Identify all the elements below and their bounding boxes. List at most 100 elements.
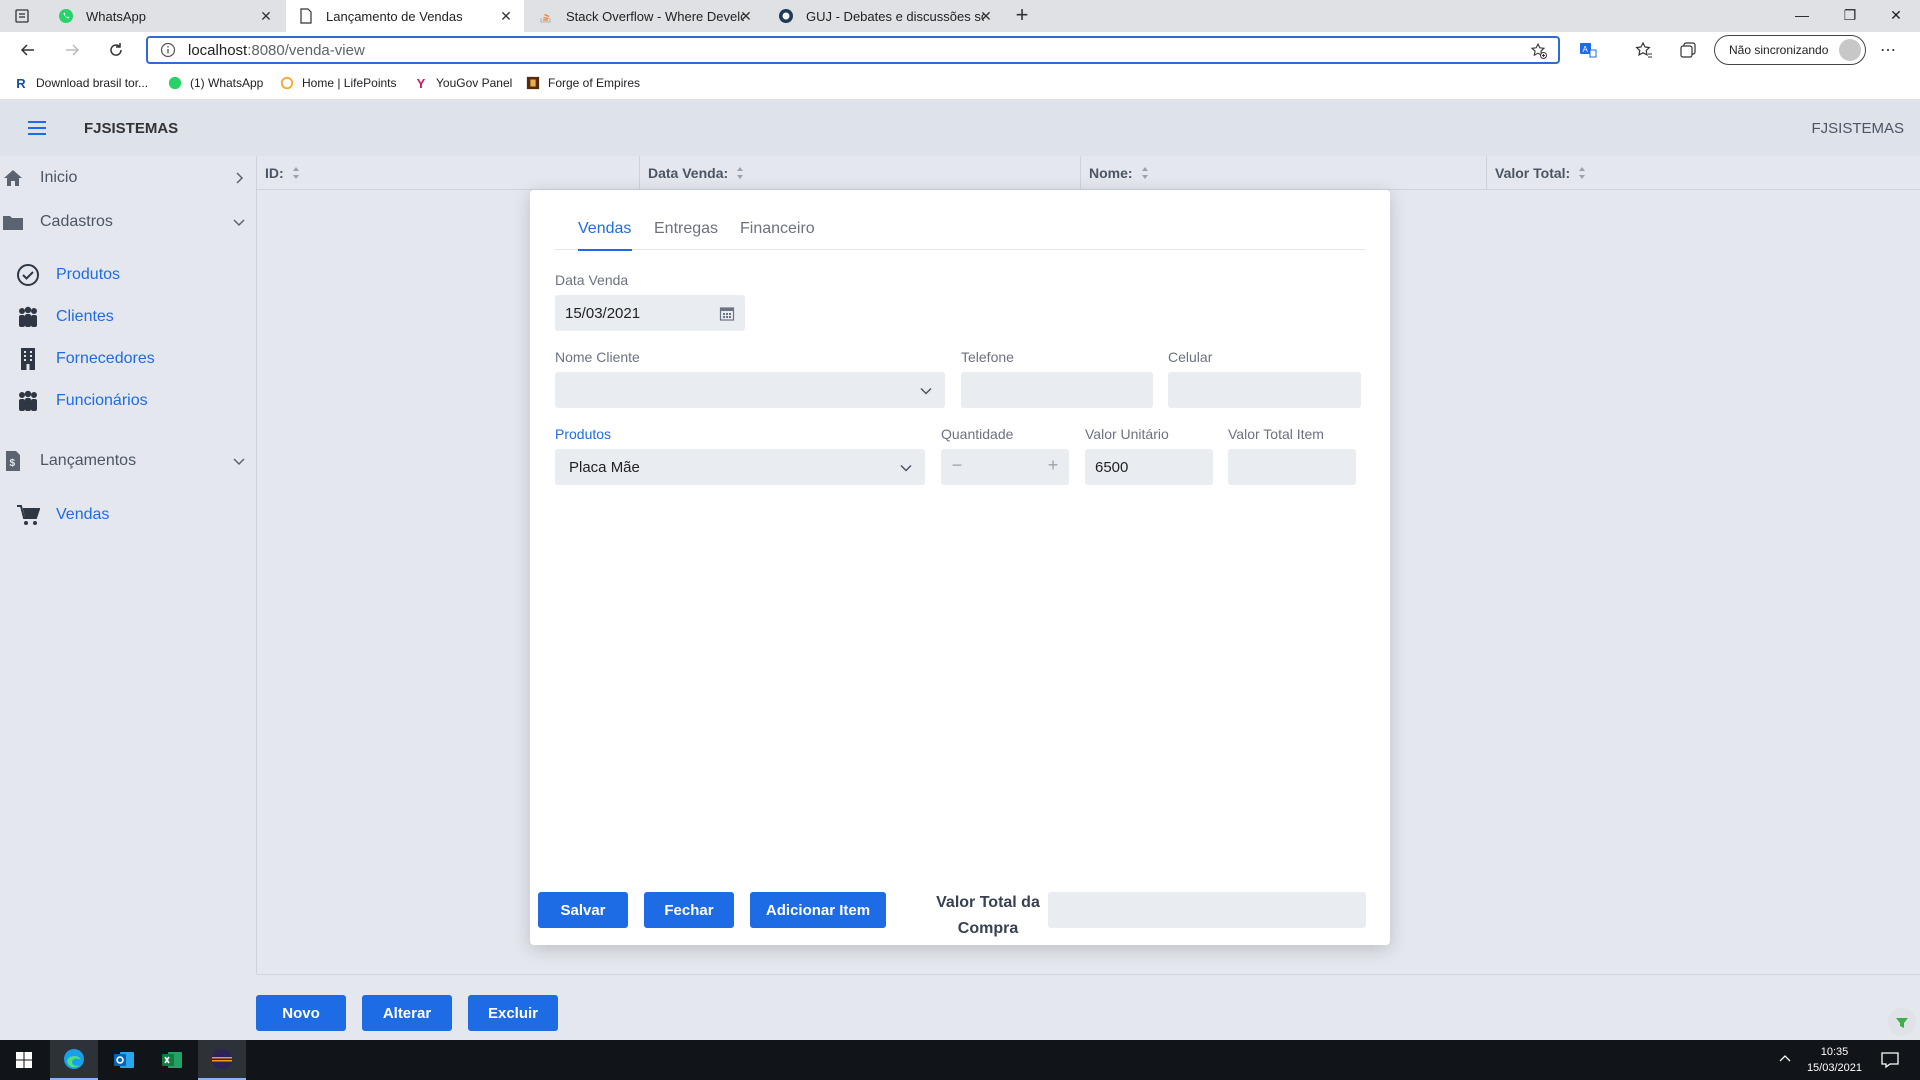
windows-start-icon[interactable] — [0, 1040, 48, 1080]
whatsapp-icon — [58, 8, 74, 24]
bookmark-download-brasil[interactable]: R Download brasil tor... — [14, 76, 148, 91]
excel-taskbar-icon[interactable] — [148, 1040, 196, 1080]
tab-vendas[interactable]: Vendas — [574, 220, 636, 251]
sort-icon[interactable] — [1578, 166, 1586, 180]
increment-button[interactable]: + — [1043, 455, 1063, 476]
floating-feedback-button[interactable] — [1888, 1008, 1916, 1036]
menu-inicio[interactable]: Inicio — [0, 158, 256, 198]
sidebar-item-vendas[interactable]: Vendas — [0, 498, 256, 532]
minimize-button[interactable]: — — [1780, 4, 1824, 28]
valor-total-compra-field[interactable] — [1048, 892, 1366, 928]
taskbar-clock[interactable]: 10:35 15/03/2021 — [1807, 1044, 1862, 1076]
sidebar-item-funcionarios[interactable]: Funcionários — [0, 384, 256, 418]
bookmark-label: Forge of Empires — [548, 76, 641, 90]
profile-sync-button[interactable]: Não sincronizando — [1714, 35, 1866, 65]
quantidade-stepper[interactable]: − + — [941, 449, 1069, 485]
folder-icon — [2, 211, 24, 233]
notification-icon[interactable] — [1880, 1050, 1900, 1070]
close-tab-icon[interactable]: ✕ — [258, 8, 274, 24]
sidebar-item-produtos[interactable]: Produtos — [0, 258, 256, 292]
bookmark-label: (1) WhatsApp — [190, 76, 264, 90]
site-info-icon[interactable] — [160, 42, 176, 58]
forge-of-empires-icon — [526, 76, 540, 90]
menu-lancamentos[interactable]: $ Lançamentos — [0, 441, 256, 481]
column-label: Nome: — [1089, 165, 1133, 181]
excluir-button[interactable]: Excluir — [468, 995, 558, 1031]
more-options-icon[interactable]: ⋯ — [1880, 40, 1897, 60]
new-tab-button[interactable]: + — [1010, 4, 1034, 28]
translate-icon[interactable]: A — [1578, 40, 1598, 60]
add-favorite-icon[interactable] — [1530, 42, 1548, 60]
menu-cadastros[interactable]: Cadastros — [0, 202, 256, 242]
bookmark-forge-of-empires[interactable]: Forge of Empires — [526, 76, 640, 90]
column-label: ID: — [265, 165, 284, 181]
valor-unitario-field[interactable]: 6500 — [1085, 449, 1213, 485]
forward-icon[interactable] — [60, 38, 84, 62]
tab-guj[interactable]: GUJ - Debates e discussões sobre ✕ — [766, 0, 1004, 32]
sort-icon[interactable] — [292, 166, 300, 180]
browser-toolbar: localhost:8080/venda-view A Não sincroni… — [0, 32, 1920, 68]
back-icon[interactable] — [16, 38, 40, 62]
close-tab-icon[interactable]: ✕ — [978, 8, 994, 24]
stackoverflow-icon — [538, 8, 554, 24]
alterar-button[interactable]: Alterar — [362, 995, 452, 1031]
browser-tabstrip: WhatsApp ✕ Lançamento de Vendas ✕ Stack … — [0, 0, 1920, 32]
sort-icon[interactable] — [1141, 166, 1149, 180]
column-header-data-venda[interactable]: Data Venda: — [640, 156, 1081, 190]
tab-entregas[interactable]: Entregas — [654, 220, 724, 250]
tab-whatsapp[interactable]: WhatsApp ✕ — [46, 0, 284, 32]
salvar-button[interactable]: Salvar — [538, 892, 628, 928]
close-window-button[interactable]: ✕ — [1874, 4, 1918, 28]
restore-button[interactable]: ❐ — [1828, 4, 1872, 28]
whatsapp-icon — [168, 76, 182, 90]
celular-field[interactable] — [1168, 372, 1361, 408]
tab-lancamento-vendas[interactable]: Lançamento de Vendas ✕ — [286, 0, 524, 32]
tab-actions-icon[interactable] — [14, 8, 30, 24]
favorites-icon[interactable] — [1634, 40, 1654, 60]
data-venda-field[interactable]: 15/03/2021 — [555, 295, 745, 331]
tab-title: GUJ - Debates e discussões sobre — [806, 8, 984, 24]
telefone-label: Telefone — [961, 349, 1014, 365]
address-bar[interactable]: localhost:8080/venda-view — [146, 36, 1560, 64]
bookmark-lifepoints[interactable]: Home | LifePoints — [280, 76, 397, 90]
fechar-button[interactable]: Fechar — [644, 892, 734, 928]
chevron-down-icon — [919, 384, 933, 398]
nome-cliente-select[interactable] — [555, 372, 945, 408]
dialog-tabs: Vendas Entregas Financeiro — [554, 220, 1366, 251]
valor-unitario-value: 6500 — [1095, 458, 1129, 476]
menu-toggle-icon[interactable] — [28, 121, 46, 135]
data-venda-label: Data Venda — [555, 272, 629, 288]
tab-financeiro[interactable]: Financeiro — [740, 220, 830, 250]
lifepoints-icon — [280, 76, 294, 90]
adicionar-item-button[interactable]: Adicionar Item — [750, 892, 886, 928]
column-header-valor-total[interactable]: Valor Total: — [1487, 156, 1920, 190]
tab-stackoverflow[interactable]: Stack Overflow - Where Developer ✕ — [526, 0, 764, 32]
calendar-icon[interactable] — [719, 305, 735, 321]
tab-title: WhatsApp — [86, 8, 146, 24]
valor-total-item-field[interactable] — [1228, 449, 1356, 485]
novo-button[interactable]: Novo — [256, 995, 346, 1031]
outlook-taskbar-icon[interactable] — [100, 1040, 148, 1080]
telefone-field[interactable] — [961, 372, 1153, 408]
produtos-value: Placa Mãe — [569, 458, 640, 476]
bookmark-yougov[interactable]: Y YouGov Panel — [414, 76, 513, 91]
edge-taskbar-icon[interactable] — [50, 1040, 98, 1080]
check-circle-icon — [16, 263, 40, 287]
close-tab-icon[interactable]: ✕ — [738, 8, 754, 24]
bookmark-whatsapp[interactable]: (1) WhatsApp — [168, 76, 263, 90]
app-header: FJSISTEMAS FJSISTEMAS — [0, 101, 1920, 156]
sidebar: Inicio Cadastros Produtos Clientes Forne… — [0, 156, 256, 974]
column-header-nome[interactable]: Nome: — [1081, 156, 1487, 190]
close-tab-icon[interactable]: ✕ — [498, 8, 514, 24]
eclipse-taskbar-icon[interactable] — [198, 1040, 246, 1080]
venda-dialog: Vendas Entregas Financeiro Data Venda 15… — [530, 190, 1390, 945]
chevron-up-icon[interactable] — [1778, 1052, 1792, 1066]
produtos-select[interactable]: Placa Mãe — [555, 449, 925, 485]
sort-icon[interactable] — [736, 166, 744, 180]
column-header-id[interactable]: ID: — [257, 156, 640, 190]
sidebar-item-clientes[interactable]: Clientes — [0, 300, 256, 334]
decrement-button[interactable]: − — [947, 455, 967, 476]
sidebar-item-fornecedores[interactable]: Fornecedores — [0, 342, 256, 376]
collections-icon[interactable] — [1678, 40, 1698, 60]
refresh-icon[interactable] — [104, 38, 128, 62]
